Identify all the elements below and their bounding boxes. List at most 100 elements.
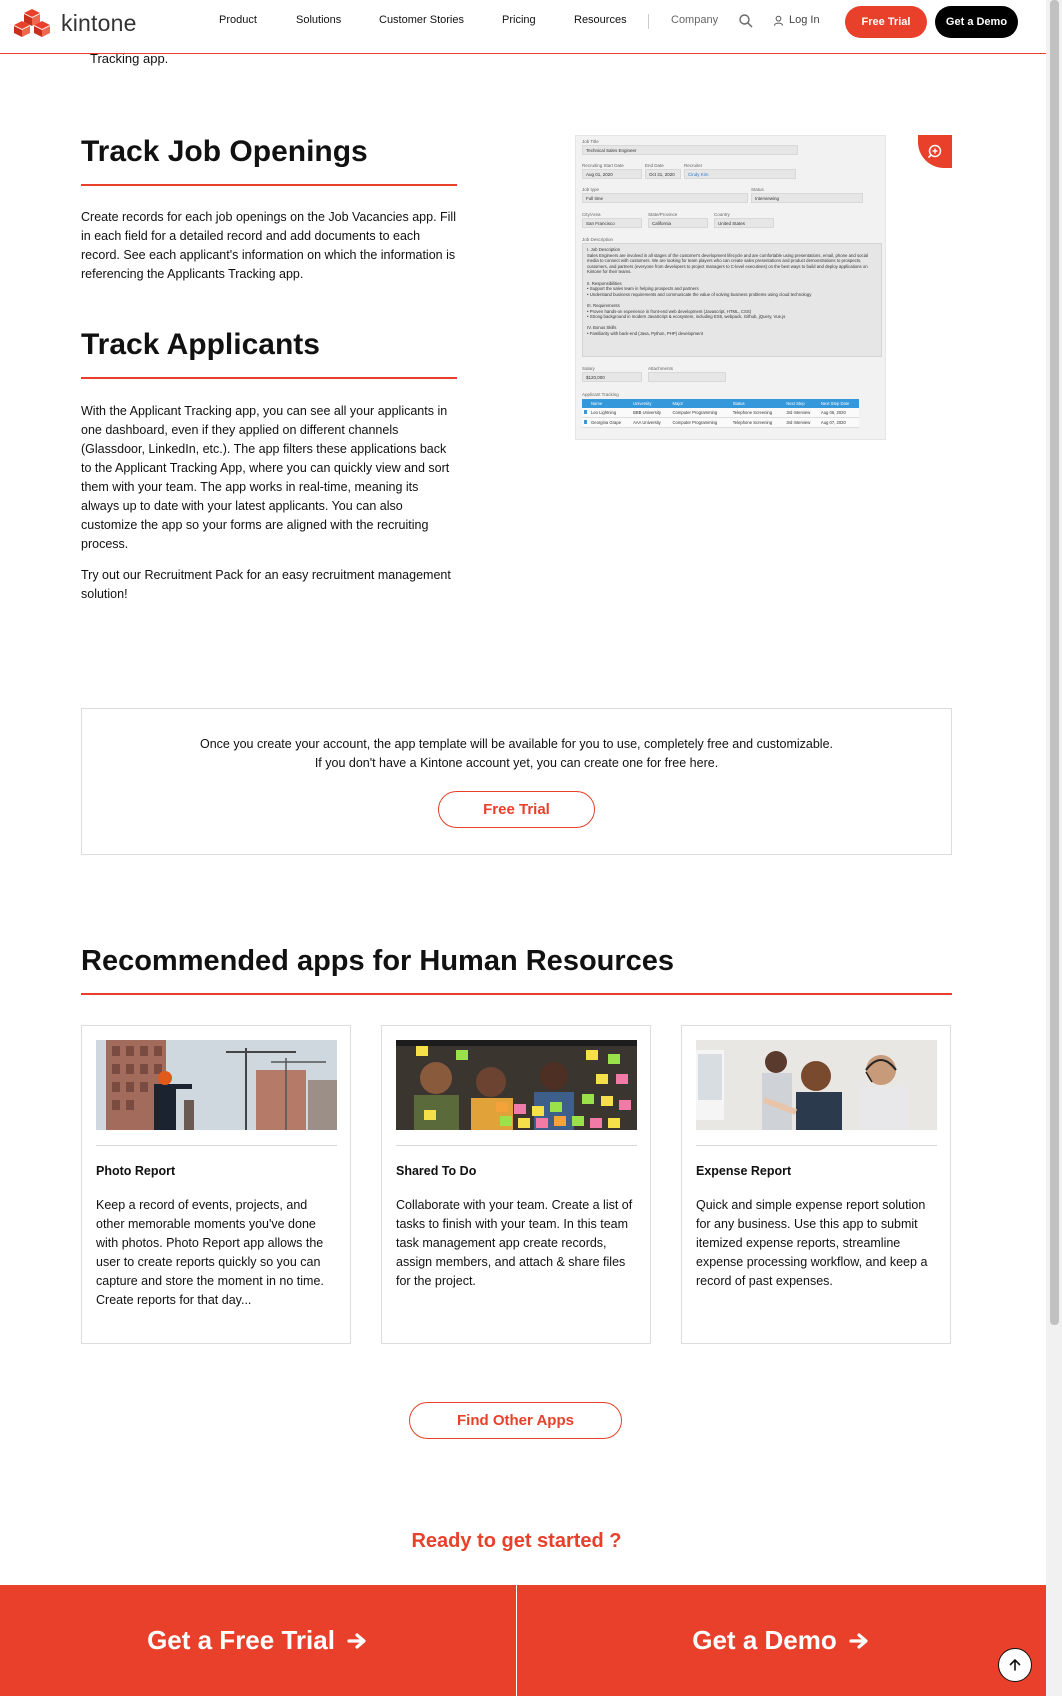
arrow-up-icon — [1009, 1659, 1021, 1671]
app-card-shared-to-do[interactable]: Shared To Do Collaborate with your team.… — [381, 1025, 651, 1344]
nav-resources[interactable]: Resources — [574, 14, 627, 26]
mock-table-header: Name — [589, 399, 632, 408]
mock-tracking-table: Name University Major Status Next Step N… — [582, 399, 859, 428]
scrollbar-thumb[interactable] — [1050, 0, 1059, 1325]
user-icon — [773, 15, 784, 26]
nav-product[interactable]: Product — [219, 14, 257, 26]
mock-label: Country — [714, 212, 730, 217]
mock-cell: 3rd Interview — [784, 417, 819, 428]
nav-company[interactable]: Company — [671, 14, 718, 26]
mock-field: $120,000 — [582, 372, 642, 382]
nav-customer-stories[interactable]: Customer Stories — [379, 14, 464, 26]
mock-table-header: Next Step Date — [818, 399, 859, 408]
cta-free-trial-label: Get a Free Trial — [147, 1625, 335, 1655]
recommended-title: Recommended apps for Human Resources — [81, 945, 675, 977]
job-openings-text: Create records for each job openings on … — [81, 210, 456, 281]
applicants-text: With the Applicant Tracking app, you can… — [81, 404, 450, 551]
card-description: Quick and simple expense report solution… — [696, 1198, 928, 1288]
header-get-demo-button[interactable]: Get a Demo — [935, 6, 1018, 38]
mock-cell: BBB University — [631, 408, 671, 418]
card-divider — [396, 1145, 637, 1146]
mock-table-row: Leo Lightning BBB University Computer Pr… — [582, 408, 859, 418]
mock-cell: Computer Programming — [670, 417, 731, 428]
nav-solutions[interactable]: Solutions — [296, 14, 341, 26]
mock-label: Salary — [582, 366, 595, 371]
card-divider — [696, 1145, 937, 1146]
app-card-expense-report[interactable]: Expense Report Quick and simple expense … — [681, 1025, 951, 1344]
find-other-apps-button[interactable]: Find Other Apps — [409, 1402, 622, 1439]
scroll-to-top-button[interactable] — [998, 1648, 1032, 1682]
expense-report-image — [696, 1040, 937, 1130]
mock-field: Technical Sales Engineer — [582, 145, 798, 155]
app-card-photo-report[interactable]: Photo Report Keep a record of events, pr… — [81, 1025, 351, 1344]
record-icon — [582, 417, 589, 428]
notice-free-trial-button[interactable]: Free Trial — [438, 791, 595, 828]
mock-table-header: Next Step — [784, 399, 819, 408]
mock-cell: Computer Programming — [670, 408, 731, 418]
applicants-title: Track Applicants — [81, 328, 320, 361]
kintone-logo-icon — [14, 9, 50, 37]
mock-table-header: Major — [670, 399, 731, 408]
photo-report-image — [96, 1040, 337, 1130]
app-screenshot: Job Title Technical Sales Engineer Recru… — [575, 135, 886, 440]
mock-description: I. Job Description Sales Engineers are i… — [582, 243, 882, 357]
mock-table-header: University — [631, 399, 671, 408]
mock-field: Aug 01, 2020 — [582, 169, 642, 179]
mock-label: End Date — [645, 163, 664, 168]
mock-cell: Aug 06, 2020 — [818, 408, 859, 418]
mock-table-header-row: Name University Major Status Next Step N… — [582, 399, 859, 408]
mock-label: City/Area — [582, 212, 601, 217]
header-free-trial-button[interactable]: Free Trial — [845, 6, 927, 38]
mock-label: Job type — [582, 187, 600, 192]
recommended-divider — [81, 993, 952, 995]
ready-heading: Ready to get started ? — [411, 1530, 622, 1552]
job-openings-title: Track Job Openings — [81, 135, 368, 168]
mock-table-row: Georgina Grape AAA University Computer P… — [582, 417, 859, 428]
cta-get-demo-label: Get a Demo — [692, 1625, 837, 1655]
nav-divider — [648, 14, 649, 29]
arrow-right-icon — [347, 1632, 366, 1649]
card-description: Collaborate with your team. Create a lis… — [396, 1198, 633, 1288]
card-title: Shared To Do — [396, 1164, 477, 1178]
mock-field: San Francisco — [582, 218, 642, 228]
kintone-logo[interactable]: kintone — [13, 8, 137, 38]
card-description: Keep a record of events, projects, and o… — [96, 1198, 324, 1307]
mock-label: Job Title — [582, 139, 599, 144]
mock-label: Applicant Tracking — [582, 392, 619, 397]
brand-name: kintone — [61, 9, 137, 36]
cta-divider — [516, 1585, 517, 1696]
record-icon — [582, 408, 589, 418]
job-openings-divider — [81, 184, 457, 186]
zoom-in-icon — [927, 144, 942, 158]
login-link[interactable]: Log In — [773, 14, 820, 26]
mock-field: California — [648, 218, 708, 228]
mock-field: Oct 31, 2020 — [645, 169, 681, 179]
template-notice-box: Once you create your account, the app te… — [81, 708, 952, 855]
search-icon[interactable] — [738, 13, 754, 29]
card-title: Expense Report — [696, 1164, 792, 1178]
mock-field: United States — [714, 218, 774, 228]
mock-field — [648, 372, 726, 382]
zoom-image-button[interactable] — [918, 135, 952, 168]
applicants-divider — [81, 377, 457, 379]
mock-field: Interviewing — [751, 193, 863, 203]
mock-cell: Telephone Screening — [730, 408, 785, 418]
mock-label: Status — [751, 187, 764, 192]
mock-cell: Aug 07, 2020 — [818, 417, 859, 428]
mock-label: Recruiting Start Date — [582, 163, 624, 168]
nav-pricing[interactable]: Pricing — [502, 14, 536, 26]
shared-to-do-image — [396, 1040, 637, 1130]
site-header: kintone Product Solutions Customer Stori… — [0, 0, 1046, 54]
mock-label: Job Description — [582, 237, 614, 242]
mock-cell: Telephone Screening — [730, 417, 785, 428]
mock-label: State/Province — [648, 212, 678, 217]
mock-field: Cindy Kim — [684, 169, 796, 179]
cta-get-demo[interactable]: Get a Demo — [517, 1585, 1046, 1696]
notice-line-1: Once you create your account, the app te… — [200, 737, 833, 751]
recruitment-pack-text: Try out our Recruitment Pack for an easy… — [81, 568, 451, 601]
mock-cell: 3rd Interview — [784, 408, 819, 418]
card-divider — [96, 1145, 337, 1146]
arrow-right-icon — [849, 1632, 868, 1649]
mock-cell: AAA University — [631, 417, 671, 428]
cta-free-trial[interactable]: Get a Free Trial — [0, 1585, 516, 1696]
